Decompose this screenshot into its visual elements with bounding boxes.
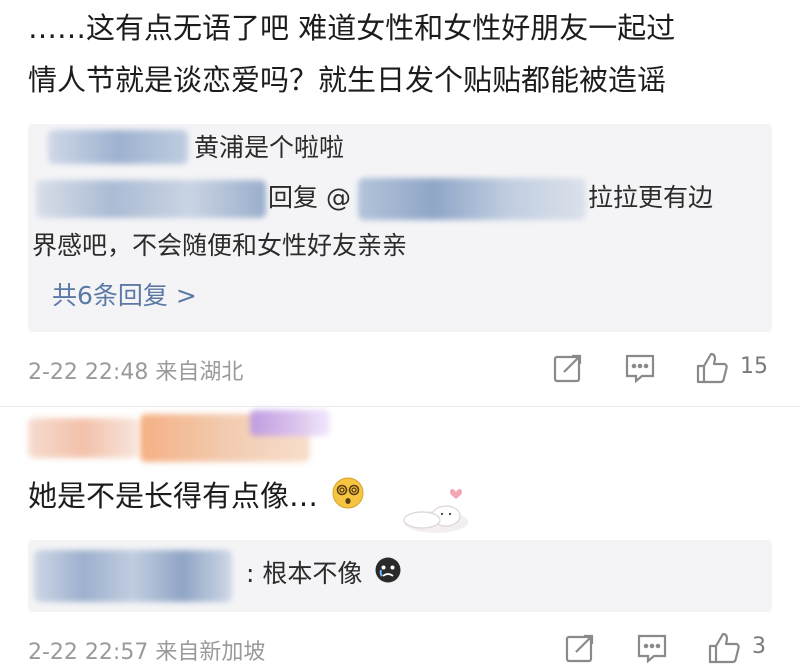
like-count: 15 (740, 354, 768, 379)
timestamp-location-2: 2-22 22:57 来自新加坡 (28, 640, 266, 665)
redacted-reply-user-2 (34, 550, 232, 602)
redacted-username (48, 130, 188, 164)
comment-divider (0, 406, 800, 407)
timestamp-location: 2-22 22:48 来自湖北 (28, 360, 244, 385)
post-text-line-2: 情人节就是谈恋爱吗？就生日发个贴贴都能被造谣 (28, 63, 667, 97)
redacted-mention (358, 178, 586, 220)
redacted-commenter-name (28, 418, 138, 458)
share-icon[interactable] (550, 350, 586, 386)
reply-preview-box[interactable]: 黄浦是个啦啦 回复 @ 拉拉更有边 界感吧，不会随便和女性好友亲亲 共6条回复 … (28, 124, 772, 332)
reply-text-tail: 拉拉更有边 (588, 183, 714, 212)
reply-text-2: : 根本不像 (246, 556, 402, 594)
thumbs-up-icon[interactable] (706, 630, 742, 666)
thumbs-up-icon[interactable] (694, 350, 730, 386)
redacted-commenter-badge (250, 410, 330, 436)
comment-text-content: 她是不是长得有点像… (28, 479, 319, 513)
like-count-2: 3 (752, 634, 766, 659)
rabbit-sticker (398, 482, 474, 536)
reply-prefix: 回复 @ (268, 183, 351, 212)
dizzy-face-emoji (331, 476, 365, 520)
redacted-reply-user (36, 180, 266, 218)
reply-colon: : (246, 559, 263, 588)
comment-icon[interactable] (634, 630, 670, 666)
more-replies-link[interactable]: 共6条回复 > (52, 278, 197, 314)
reply-preview-box-2[interactable]: : 根本不像 (28, 540, 772, 612)
crying-face-emoji (374, 556, 402, 594)
share-icon[interactable] (562, 630, 598, 666)
reply-text-2-content: 根本不像 (262, 559, 363, 588)
comment-meta-row-2: 2-22 22:57 来自新加坡 3 (28, 630, 772, 670)
reply-text-line-3: 界感吧，不会随便和女性好友亲亲 (32, 231, 408, 260)
comment-text: 她是不是长得有点像… (28, 476, 365, 520)
post-text-line-1: ……这有点无语了吧 难道女性和女性好朋友一起过 (28, 11, 676, 45)
comment-icon[interactable] (622, 350, 658, 386)
reply-author-name[interactable]: 黄浦是个啦啦 (194, 130, 344, 166)
comment-meta-row: 2-22 22:48 来自湖北 15 (28, 350, 772, 390)
